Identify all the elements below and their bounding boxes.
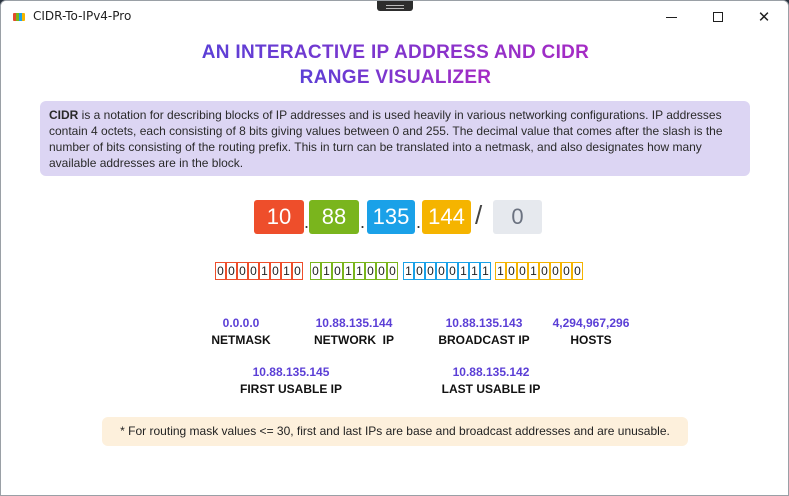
bit: 0	[436, 262, 447, 280]
maximize-button[interactable]	[695, 1, 741, 33]
network-ip-stat: 10.88.135.144 NETWORK IP	[299, 316, 409, 347]
broadcast-ip-label: BROADCAST IP	[438, 333, 530, 347]
minimize-icon	[666, 17, 677, 18]
first-usable-ip-label: FIRST USABLE IP	[239, 382, 342, 396]
octet-2-input[interactable]: 88	[309, 200, 359, 234]
bit: 0	[270, 262, 281, 280]
maximize-icon	[713, 12, 723, 22]
bit: 1	[495, 262, 506, 280]
first-usable-ip-value: 10.88.135.145	[252, 365, 330, 379]
octet-3-input[interactable]: 135	[367, 200, 415, 234]
octet-dot: .	[416, 212, 422, 232]
bit: 0	[425, 262, 436, 280]
bit: 0	[539, 262, 550, 280]
broadcast-ip-stat: 10.88.135.143 BROADCAST IP	[428, 316, 540, 347]
drag-handle-icon[interactable]	[377, 1, 413, 11]
binary-octet-2: 01011000	[310, 262, 398, 280]
cidr-slash: /	[475, 200, 483, 230]
bit: 0	[310, 262, 321, 280]
app-icon	[13, 13, 25, 21]
netmask-label: NETMASK	[211, 333, 271, 347]
hosts-value: 4,294,967,296	[552, 316, 630, 330]
bit: 1	[480, 262, 491, 280]
cidr-info-box: CIDR is a notation for describing blocks…	[40, 101, 750, 176]
bit: 0	[506, 262, 517, 280]
bit: 0	[248, 262, 259, 280]
routing-mask-input[interactable]: 0	[493, 200, 542, 234]
bit: 0	[517, 262, 528, 280]
last-usable-ip-label: LAST USABLE IP	[441, 382, 541, 396]
bit: 1	[321, 262, 332, 280]
cidr-term: CIDR	[49, 108, 79, 122]
binary-octet-4: 10010000	[495, 262, 583, 280]
app-window: CIDR-To-IPv4-Pro ✕ AN INTERACTIVE IP ADD…	[0, 0, 789, 496]
close-button[interactable]: ✕	[741, 1, 787, 33]
page-title-line-2: RANGE VISUALIZER	[299, 67, 492, 88]
network-ip-value: 10.88.135.144	[315, 316, 393, 330]
octet-4-input[interactable]: 144	[422, 200, 471, 234]
hosts-stat: 4,294,967,296 HOSTS	[541, 316, 641, 347]
bit: 1	[528, 262, 539, 280]
netmask-value: 0.0.0.0	[222, 316, 260, 330]
binary-octet-1: 00001010	[215, 262, 303, 280]
title-bar[interactable]: CIDR-To-IPv4-Pro ✕	[1, 1, 788, 33]
bit: 0	[365, 262, 376, 280]
bit: 0	[561, 262, 572, 280]
page-title-line-1: AN INTERACTIVE IP ADDRESS AND CIDR	[201, 42, 590, 63]
bit: 0	[215, 262, 226, 280]
last-usable-ip-value: 10.88.135.142	[452, 365, 530, 379]
bit: 1	[458, 262, 469, 280]
cidr-description: is a notation for describing blocks of I…	[49, 108, 723, 170]
bit: 1	[281, 262, 292, 280]
minimize-button[interactable]	[649, 1, 695, 33]
bit: 1	[469, 262, 480, 280]
bit: 1	[343, 262, 354, 280]
network-ip-label: NETWORK IP	[314, 333, 394, 347]
first-usable-ip-stat: 10.88.135.145 FIRST USABLE IP	[231, 365, 351, 396]
octet-dot: .	[360, 212, 366, 232]
bit: 0	[237, 262, 248, 280]
bit: 1	[403, 262, 414, 280]
binary-octet-3: 10000111	[403, 262, 491, 280]
usable-ip-note: * For routing mask values <= 30, first a…	[102, 417, 688, 446]
bit: 1	[354, 262, 365, 280]
bit: 0	[376, 262, 387, 280]
close-icon: ✕	[757, 8, 771, 26]
bit: 0	[572, 262, 583, 280]
hosts-label: HOSTS	[570, 333, 612, 347]
bit: 0	[550, 262, 561, 280]
broadcast-ip-value: 10.88.135.143	[445, 316, 523, 330]
bit: 0	[292, 262, 303, 280]
bit: 1	[259, 262, 270, 280]
octet-1-input[interactable]: 10	[254, 200, 304, 234]
last-usable-ip-stat: 10.88.135.142 LAST USABLE IP	[431, 365, 551, 396]
netmask-stat: 0.0.0.0 NETMASK	[196, 316, 286, 347]
bit: 0	[332, 262, 343, 280]
bit: 0	[447, 262, 458, 280]
bit: 0	[414, 262, 425, 280]
bit: 0	[387, 262, 398, 280]
bit: 0	[226, 262, 237, 280]
window-title: CIDR-To-IPv4-Pro	[33, 9, 132, 23]
